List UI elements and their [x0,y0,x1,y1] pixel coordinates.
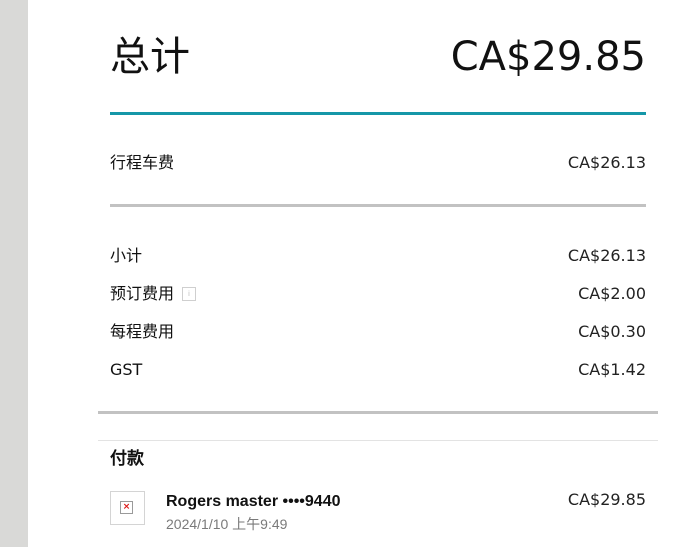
left-sidebar-edge [0,0,28,547]
booking-fee-row: 预订费用 i CA$2.00 [110,283,646,305]
payment-datetime: 2024/1/10 上午9:49 [166,516,288,532]
per-trip-fee-label: 每程费用 [110,322,175,341]
broken-image-icon: × [120,501,133,514]
subtotal-label: 小计 [110,246,143,265]
fare-amount: CA$26.13 [567,153,646,172]
total-label: 总计 [110,34,190,80]
subtotal-row: 小计 CA$26.13 [110,245,646,267]
receipt-panel: 总计 CA$29.85 行程车费 CA$26.13 小计 CA$26.13 预订… [28,0,698,547]
payment-title: 付款 [110,449,144,469]
payment-method-name: Rogers master ••••9440 [166,493,341,510]
fare-label: 行程车费 [110,153,175,172]
subtotal-amount: CA$26.13 [567,246,646,265]
fare-row: 行程车费 CA$26.13 [110,152,646,174]
info-icon[interactable]: i [182,287,197,301]
payment-amount: CA$29.85 [567,490,646,509]
per-trip-fee-amount: CA$0.30 [578,322,646,341]
total-amount: CA$29.85 [450,34,646,80]
gst-amount: CA$1.42 [578,360,646,379]
breakdown-divider [98,411,658,414]
booking-fee-label-wrap: 预订费用 i [110,283,197,305]
gst-label: GST [110,360,143,379]
gst-row: GST CA$1.42 [110,359,646,381]
booking-fee-label: 预订费用 [110,284,175,303]
total-row: 总计 CA$29.85 [110,30,646,86]
per-trip-fee-row: 每程费用 CA$0.30 [110,321,646,343]
total-divider [110,112,646,115]
card-logo: × [110,491,145,525]
payment-section-divider [98,440,658,441]
fare-divider [110,204,646,207]
booking-fee-amount: CA$2.00 [578,284,646,303]
